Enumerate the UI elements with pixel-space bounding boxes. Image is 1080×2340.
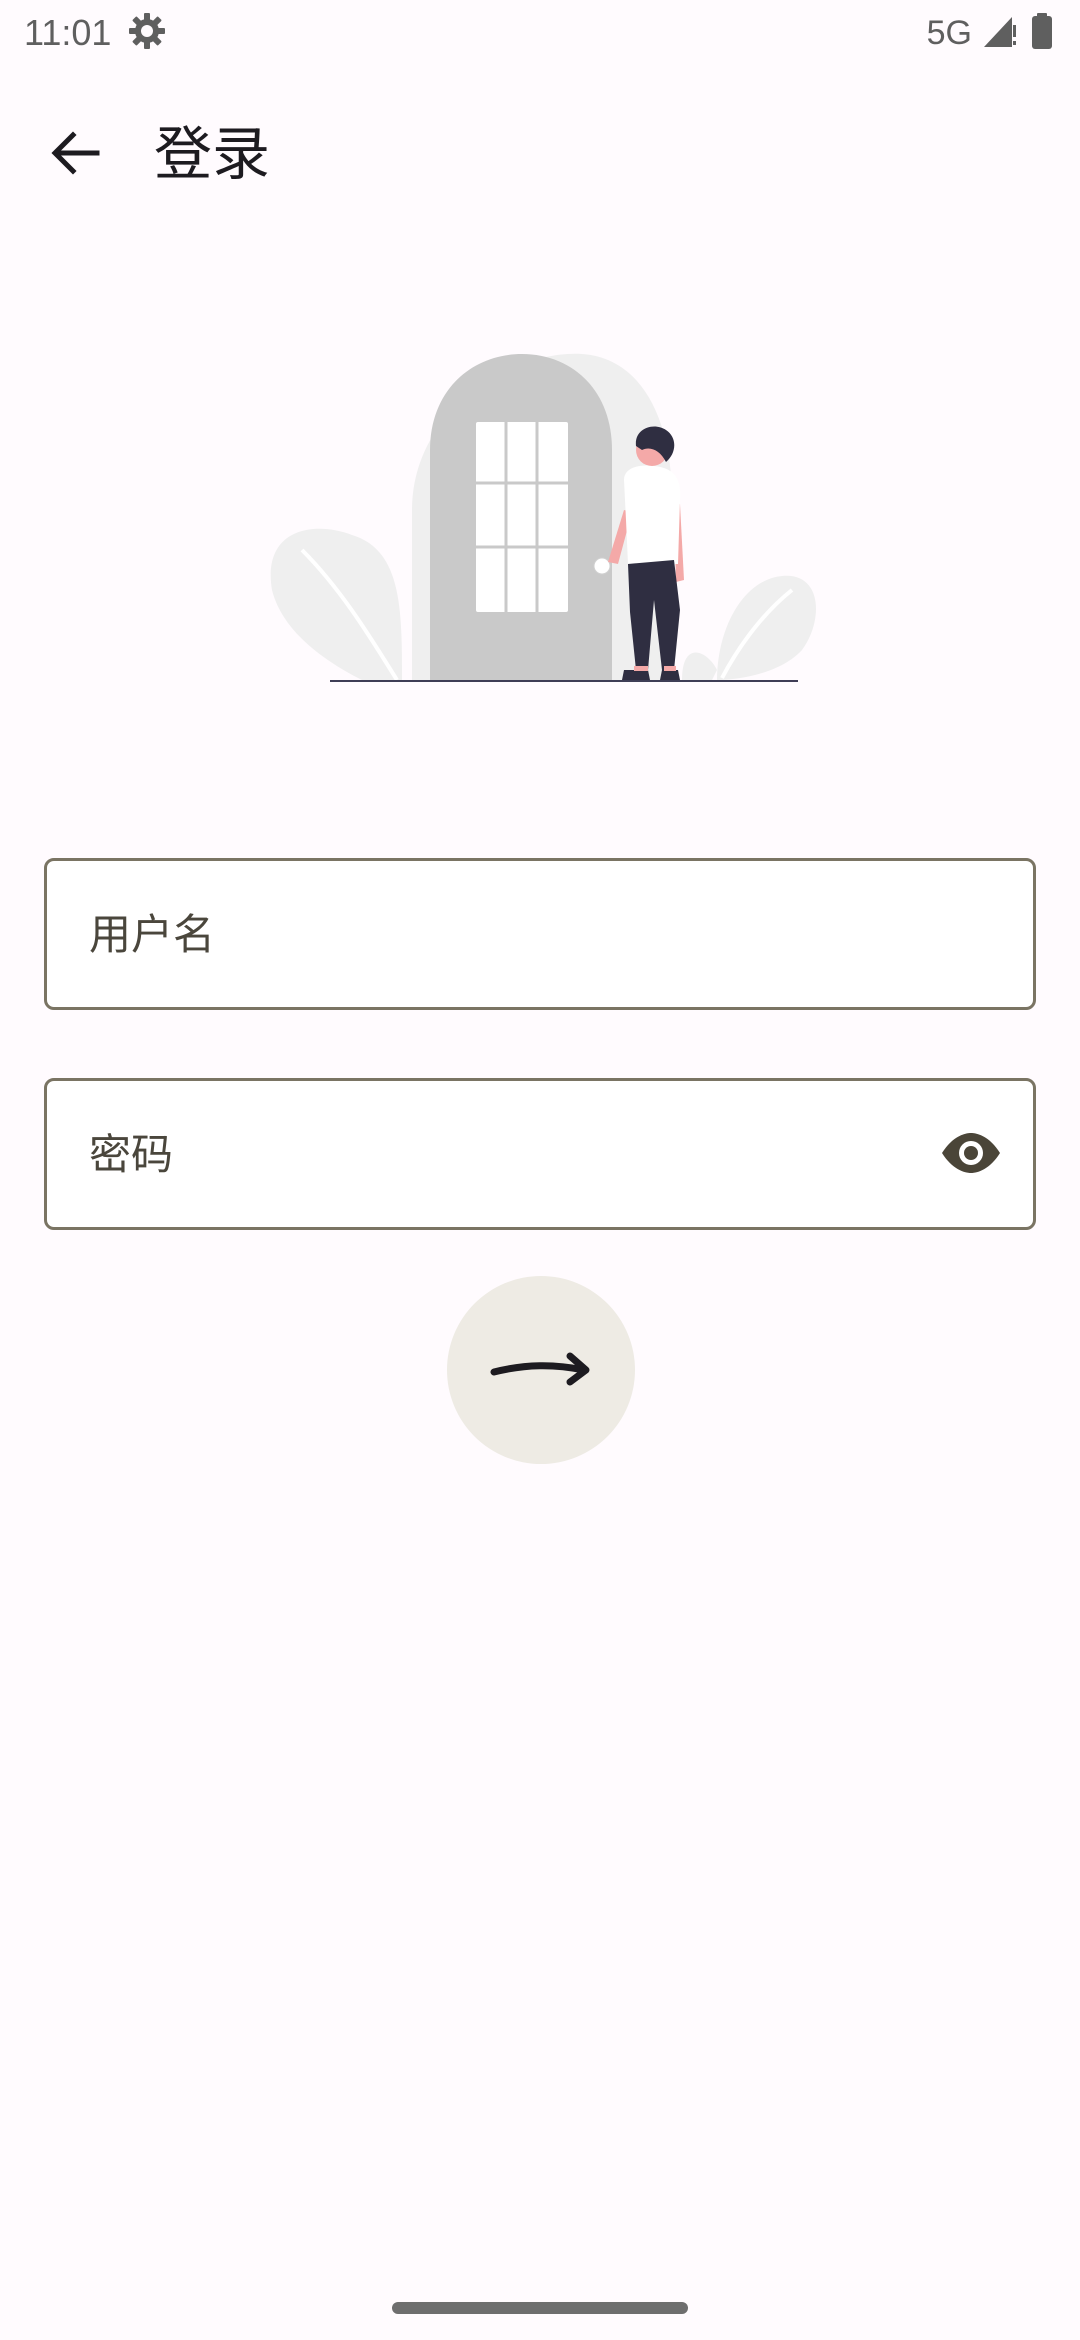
status-bar: 11:01 5G — [0, 0, 1080, 66]
username-field[interactable] — [44, 858, 1036, 1010]
gear-icon — [127, 11, 167, 55]
username-input[interactable] — [89, 861, 929, 1007]
password-input[interactable] — [89, 1081, 929, 1227]
arrow-back-icon — [47, 125, 103, 185]
password-field[interactable] — [44, 1078, 1036, 1230]
signal-icon — [982, 13, 1018, 53]
arrow-right-icon — [486, 1338, 596, 1402]
page-title: 登录 — [154, 120, 271, 188]
app-bar: 登录 — [0, 100, 1080, 210]
password-visibility-toggle[interactable] — [939, 1125, 1003, 1185]
back-button[interactable] — [40, 120, 110, 190]
status-left: 11:01 — [24, 11, 167, 55]
status-time: 11:01 — [24, 12, 112, 53]
gesture-navigation-bar[interactable] — [392, 2302, 688, 2314]
battery-icon — [1028, 11, 1056, 55]
status-right: 5G — [927, 11, 1056, 55]
network-type: 5G — [926, 13, 972, 52]
login-submit-button[interactable] — [447, 1276, 635, 1464]
eye-icon — [940, 1131, 1002, 1179]
person-at-door-illustration — [262, 350, 822, 690]
